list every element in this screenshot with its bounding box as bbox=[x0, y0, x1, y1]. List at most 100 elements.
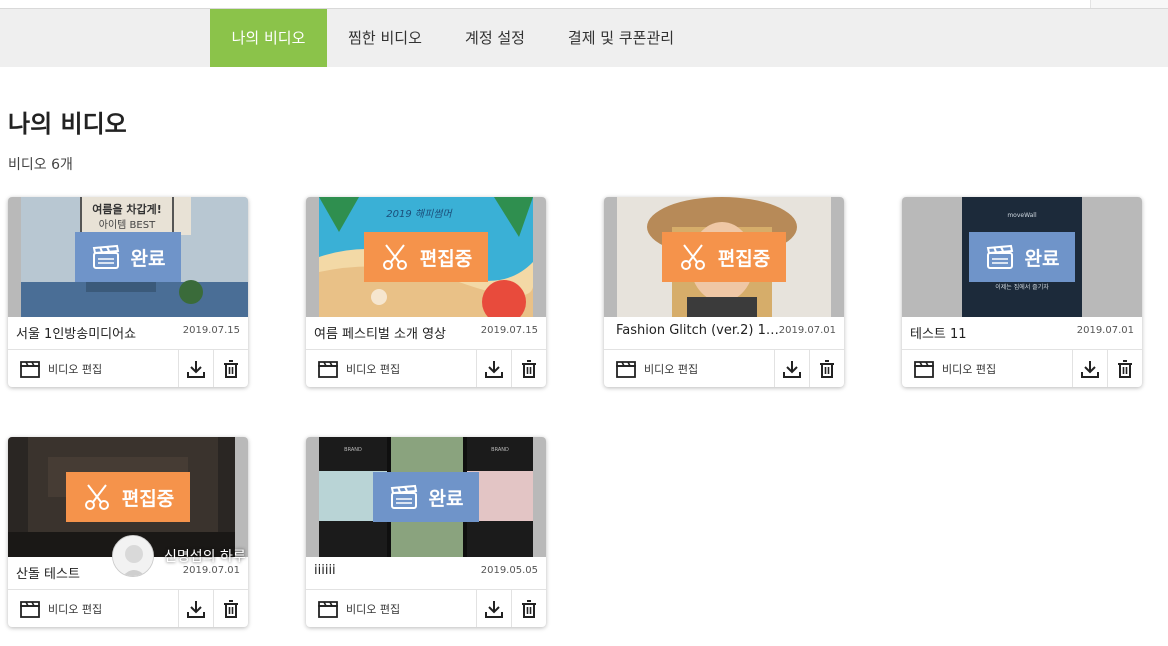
top-strip bbox=[0, 0, 1168, 9]
video-title: iiiiii bbox=[314, 563, 336, 578]
thumb-text: 여름을 차갑게! bbox=[92, 202, 162, 216]
profile-overlay: 신명섭의 하루 bbox=[112, 535, 246, 577]
edit-video-label: 비디오 편집 bbox=[346, 362, 401, 376]
tab-account-settings[interactable]: 계정 설정 bbox=[452, 9, 538, 67]
clapperboard-icon bbox=[318, 360, 338, 378]
video-date: 2019.07.15 bbox=[480, 325, 538, 336]
video-date: 2019.07.01 bbox=[1076, 325, 1134, 336]
clapperboard-icon bbox=[986, 244, 1013, 269]
tab-bar: 나의 비디오 찜한 비디오 계정 설정 결제 및 쿠폰관리 bbox=[0, 9, 1168, 67]
video-thumbnail[interactable]: 여름을 차갑게! 아이템 BEST 완료 bbox=[8, 197, 248, 317]
trash-icon bbox=[224, 359, 238, 378]
edit-video-button[interactable]: 비디오 편집 bbox=[8, 350, 178, 387]
page-title: 나의 비디오 bbox=[8, 110, 127, 138]
video-card: 편집중 산돌 테스트 2019.07.01 비디오 편집 bbox=[8, 437, 248, 627]
video-thumbnail[interactable]: 편집중 bbox=[604, 197, 844, 317]
top-right-box bbox=[1090, 0, 1168, 8]
download-button[interactable] bbox=[178, 590, 213, 627]
download-button[interactable] bbox=[476, 350, 511, 387]
status-label: 완료 bbox=[428, 487, 464, 510]
video-title: 여름 페스티벌 소개 영상 bbox=[314, 327, 446, 342]
edit-video-button[interactable]: 비디오 편집 bbox=[306, 590, 476, 627]
status-label: 완료 bbox=[1024, 247, 1060, 270]
video-date: 2019.07.01 bbox=[778, 325, 836, 336]
download-icon bbox=[485, 600, 503, 618]
edit-video-button[interactable]: 비디오 편집 bbox=[8, 590, 178, 627]
edit-video-button[interactable]: 비디오 편집 bbox=[604, 350, 774, 387]
edit-video-label: 비디오 편집 bbox=[346, 602, 401, 616]
tab-liked-videos[interactable]: 찜한 비디오 bbox=[334, 9, 436, 67]
delete-button[interactable] bbox=[213, 350, 248, 387]
avatar bbox=[112, 535, 154, 577]
scissors-icon bbox=[680, 244, 705, 270]
status-badge: 완료 bbox=[373, 472, 479, 522]
thumb-subtext: 아이템 BEST bbox=[99, 219, 156, 231]
status-label: 편집중 bbox=[717, 247, 771, 270]
scissors-icon bbox=[84, 484, 109, 510]
video-card: 2019 해피썸머 편집중 여름 페스티벌 소개 영상 2019.07.15 비… bbox=[306, 197, 546, 387]
clapperboard-icon bbox=[318, 600, 338, 618]
thumb-text: moveWall bbox=[1007, 212, 1037, 219]
trash-icon bbox=[522, 359, 536, 378]
video-count: 비디오 6개 bbox=[8, 157, 73, 173]
clapperboard-icon bbox=[914, 360, 934, 378]
video-card: 여름을 차갑게! 아이템 BEST 완료 서울 1인방송미디어쇼 2019.07… bbox=[8, 197, 248, 387]
status-label: 편집중 bbox=[419, 247, 473, 270]
video-title: Fashion Glitch (ver.2) 1… bbox=[616, 323, 779, 338]
thumb-text: BRAND bbox=[344, 447, 362, 453]
video-thumbnail[interactable]: BRAND BRAND 완료 bbox=[306, 437, 546, 557]
status-badge: 편집중 bbox=[364, 232, 488, 282]
video-card: 편집중 Fashion Glitch (ver.2) 1… 2019.07.01… bbox=[604, 197, 844, 387]
download-button[interactable] bbox=[178, 350, 213, 387]
thumb-text: 2019 해피썸머 bbox=[386, 208, 453, 220]
delete-button[interactable] bbox=[213, 590, 248, 627]
edit-video-button[interactable]: 비디오 편집 bbox=[306, 350, 476, 387]
download-icon bbox=[783, 360, 801, 378]
video-title: 테스트 11 bbox=[910, 327, 967, 342]
download-button[interactable] bbox=[774, 350, 809, 387]
trash-icon bbox=[820, 359, 834, 378]
edit-video-label: 비디오 편집 bbox=[644, 362, 699, 376]
edit-video-label: 비디오 편집 bbox=[942, 362, 997, 376]
trash-icon bbox=[522, 599, 536, 618]
status-label: 완료 bbox=[130, 247, 166, 270]
status-badge: 완료 bbox=[969, 232, 1075, 282]
status-badge: 편집중 bbox=[662, 232, 786, 282]
video-date: 2019.05.05 bbox=[480, 565, 538, 576]
trash-icon bbox=[1118, 359, 1132, 378]
delete-button[interactable] bbox=[511, 350, 546, 387]
video-thumbnail[interactable]: moveWall 이제는 집에서 즐기자 완료 bbox=[902, 197, 1142, 317]
clapperboard-icon bbox=[20, 600, 40, 618]
video-card: BRAND BRAND 완료 iiiiii 2019.05.05 비디오 편집 bbox=[306, 437, 546, 627]
tab-my-videos[interactable]: 나의 비디오 bbox=[210, 9, 327, 67]
video-card: moveWall 이제는 집에서 즐기자 완료 테스트 11 2019.07.0… bbox=[902, 197, 1142, 387]
status-badge: 완료 bbox=[75, 232, 181, 282]
trash-icon bbox=[224, 599, 238, 618]
video-thumbnail[interactable]: 2019 해피썸머 편집중 bbox=[306, 197, 546, 317]
clapperboard-icon bbox=[616, 360, 636, 378]
clapperboard-icon bbox=[92, 244, 119, 269]
delete-button[interactable] bbox=[1107, 350, 1142, 387]
delete-button[interactable] bbox=[511, 590, 546, 627]
profile-name: 신명섭의 하루 bbox=[164, 549, 246, 565]
thumb-text-right: BRAND bbox=[491, 447, 509, 453]
video-date: 2019.07.15 bbox=[182, 325, 240, 336]
avatar-illustration bbox=[113, 536, 153, 576]
edit-video-label: 비디오 편집 bbox=[48, 602, 103, 616]
thumb-subtext: 이제는 집에서 즐기자 bbox=[995, 283, 1049, 291]
tab-payment-coupons[interactable]: 결제 및 쿠폰관리 bbox=[556, 9, 686, 67]
video-title: 서울 1인방송미디어쇼 bbox=[16, 327, 137, 342]
download-icon bbox=[187, 360, 205, 378]
scissors-icon bbox=[382, 244, 407, 270]
download-icon bbox=[485, 360, 503, 378]
clapperboard-icon bbox=[390, 484, 417, 509]
clapperboard-icon bbox=[20, 360, 40, 378]
edit-video-button[interactable]: 비디오 편집 bbox=[902, 350, 1072, 387]
status-label: 편집중 bbox=[121, 487, 175, 510]
download-button[interactable] bbox=[1072, 350, 1107, 387]
download-button[interactable] bbox=[476, 590, 511, 627]
delete-button[interactable] bbox=[809, 350, 844, 387]
download-icon bbox=[1081, 360, 1099, 378]
edit-video-label: 비디오 편집 bbox=[48, 362, 103, 376]
download-icon bbox=[187, 600, 205, 618]
